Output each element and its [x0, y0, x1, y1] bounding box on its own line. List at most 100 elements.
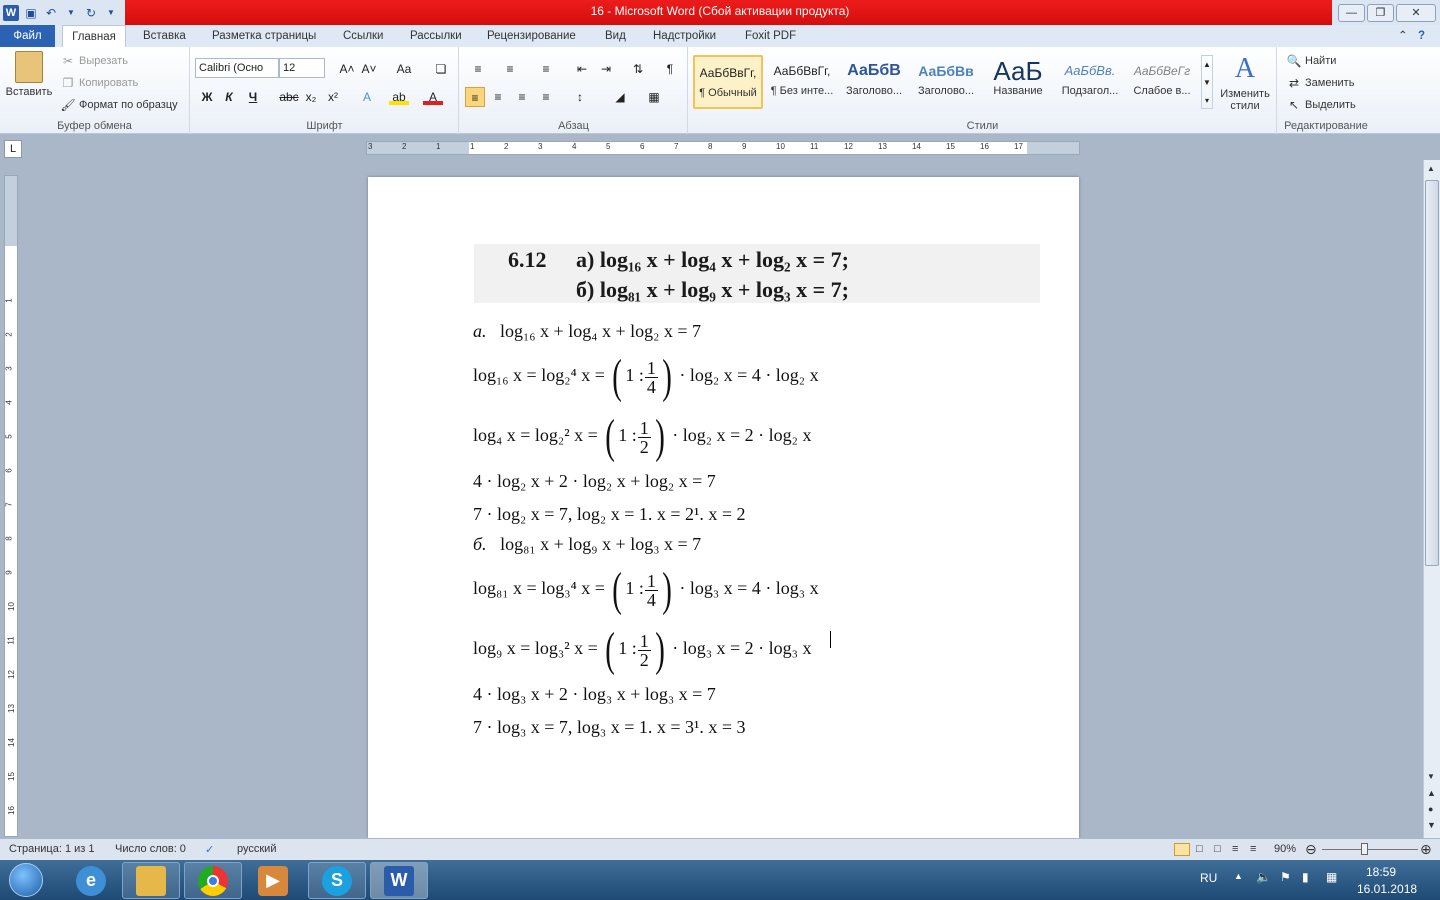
borders-icon[interactable]: ▦	[644, 87, 664, 107]
subscript-icon[interactable]: x₂	[301, 87, 321, 107]
style-subtitle[interactable]: АаБбВв. Подзагол...	[1055, 55, 1125, 109]
shrink-font-icon[interactable]: A˅	[359, 59, 379, 79]
scroll-up-icon[interactable]: ▲	[1427, 164, 1435, 173]
outline-view-icon[interactable]: ≡	[1232, 843, 1238, 855]
replace-button[interactable]: ⇄ Заменить	[1286, 75, 1354, 91]
draft-view-icon[interactable]: ≡	[1250, 843, 1256, 855]
web-layout-view-icon[interactable]: □	[1214, 843, 1221, 855]
clock-date[interactable]: 16.01.2018	[1357, 882, 1417, 896]
clock-time[interactable]: 18:59	[1366, 865, 1396, 879]
styles-scroll-icon[interactable]: ▲ ▼ ▾	[1201, 55, 1213, 109]
document-page[interactable]: 6.12 а) log₁₆ x + log₄ x + log₂ x = 7; б…	[368, 177, 1079, 838]
tray-expand-icon[interactable]: ▲	[1234, 871, 1243, 881]
shading-icon[interactable]: ◢	[610, 87, 630, 107]
maximize-button[interactable]: ❐	[1367, 3, 1394, 22]
speaker-icon[interactable]: 🔈	[1256, 870, 1271, 884]
grow-font-icon[interactable]: A˄	[337, 59, 357, 79]
font-color-icon[interactable]: A	[423, 87, 443, 105]
taskbar-skype[interactable]: S	[308, 862, 366, 899]
start-button[interactable]	[2, 861, 50, 899]
tab-foxit-pdf[interactable]: Foxit PDF	[739, 25, 802, 47]
tab-page-layout[interactable]: Разметка страницы	[206, 25, 322, 47]
font-size-combo[interactable]: 12	[279, 58, 325, 78]
align-center-icon[interactable]: ≡	[488, 87, 508, 107]
increase-indent-icon[interactable]: ⇥	[596, 59, 616, 79]
style-normal[interactable]: АаБбВвГг, ¶ Обычный	[693, 55, 763, 109]
zoom-slider-thumb[interactable]	[1361, 843, 1368, 855]
tab-review[interactable]: Рецензирование	[481, 25, 582, 47]
tab-mailings[interactable]: Рассылки	[404, 25, 468, 47]
copy-button[interactable]: ❐ Копировать	[60, 75, 139, 91]
paste-button[interactable]: Вставить	[4, 51, 54, 98]
tab-references[interactable]: Ссылки	[337, 25, 390, 47]
align-right-icon[interactable]: ≡	[512, 87, 532, 107]
flag-icon[interactable]: ⚑	[1280, 870, 1291, 884]
change-styles-button[interactable]: A Изменить стили	[1217, 53, 1273, 112]
cut-button[interactable]: ✂ Вырезать	[60, 53, 128, 69]
zoom-level[interactable]: 90%	[1274, 843, 1296, 855]
tab-view[interactable]: Вид	[599, 25, 632, 47]
tab-file[interactable]: Файл	[0, 25, 55, 47]
change-case-icon[interactable]: Aa	[391, 59, 417, 79]
zoom-in-icon[interactable]: ⊕	[1420, 841, 1432, 858]
vertical-scrollbar[interactable]: ▲ ▼ ▲ ● ▼	[1423, 160, 1440, 838]
taskbar-chrome[interactable]	[184, 862, 242, 899]
text-effects-icon[interactable]: A	[357, 87, 377, 107]
style-heading2[interactable]: АаБбВв Заголово...	[911, 55, 981, 109]
numbering-icon[interactable]: ≡	[500, 59, 520, 79]
zoom-slider[interactable]	[1322, 849, 1418, 850]
language-indicator[interactable]: RU	[1200, 871, 1217, 885]
power-icon[interactable]: ▮	[1302, 870, 1309, 884]
taskbar-word[interactable]: W	[370, 862, 428, 899]
minimize-ribbon-icon[interactable]: ⌃	[1398, 25, 1408, 47]
scrollbar-thumb[interactable]	[1425, 180, 1439, 566]
style-title[interactable]: АаБ Название	[983, 55, 1053, 109]
taskbar-media[interactable]: ▶	[244, 862, 302, 899]
help-icon[interactable]: ?	[1418, 25, 1425, 47]
close-button[interactable]: ✕	[1396, 3, 1436, 22]
tab-selector-button[interactable]: L	[4, 140, 22, 158]
underline-button[interactable]: Ч	[243, 87, 263, 107]
vertical-ruler[interactable]: 1234567891011121314151617	[4, 175, 18, 849]
tab-insert[interactable]: Вставка	[137, 25, 192, 47]
tab-addins[interactable]: Надстройки	[647, 25, 722, 47]
strikethrough-icon[interactable]: abc	[279, 87, 299, 107]
next-page-icon[interactable]: ▼	[1427, 820, 1436, 830]
superscript-icon[interactable]: x²	[323, 87, 343, 107]
decrease-indent-icon[interactable]: ⇤	[572, 59, 592, 79]
taskbar-ie[interactable]: e	[62, 862, 120, 899]
print-layout-view-icon[interactable]	[1174, 843, 1190, 856]
taskbar-explorer[interactable]	[122, 862, 180, 899]
multilevel-list-icon[interactable]: ≡	[536, 59, 556, 79]
proofing-icon[interactable]: ✓	[205, 843, 214, 856]
show-marks-icon[interactable]: ¶	[660, 59, 680, 79]
style-no-spacing[interactable]: АаБбВвГг, ¶ Без инте...	[767, 55, 837, 109]
justify-icon[interactable]: ≡	[536, 87, 556, 107]
word-count[interactable]: Число слов: 0	[115, 843, 186, 855]
highlight-icon[interactable]: ab	[389, 87, 409, 105]
style-subtle-emphasis[interactable]: АаБбВеГг Слабое в...	[1127, 55, 1197, 109]
browse-object-icon[interactable]: ●	[1428, 804, 1433, 814]
bold-button[interactable]: Ж	[197, 87, 217, 107]
language-status[interactable]: русский	[237, 843, 276, 855]
zoom-out-icon[interactable]: ⊖	[1305, 841, 1317, 858]
clear-formatting-icon[interactable]: ❏	[431, 59, 451, 79]
scroll-down-icon[interactable]: ▼	[1427, 772, 1435, 781]
tab-home[interactable]: Главная	[62, 25, 126, 48]
bullets-icon[interactable]: ≡	[468, 59, 488, 79]
find-button[interactable]: 🔍 Найти	[1286, 53, 1337, 69]
network-icon[interactable]: ▦	[1326, 870, 1337, 884]
horizontal-ruler[interactable]: 3 2 1 1 2 3 4 5 6 7 8 9 10 11 12 13 14 15 16 17	[366, 141, 1080, 155]
align-left-icon[interactable]: ≡	[465, 87, 485, 107]
italic-button[interactable]: К	[219, 87, 239, 107]
font-name-combo[interactable]: Calibri (Осно	[195, 58, 279, 78]
full-screen-view-icon[interactable]: □	[1196, 843, 1203, 855]
style-heading1[interactable]: АаБбВ Заголово...	[839, 55, 909, 109]
select-button[interactable]: ↖ Выделить	[1286, 97, 1356, 113]
sort-icon[interactable]: ⇅	[628, 59, 648, 79]
prev-page-icon[interactable]: ▲	[1427, 788, 1436, 798]
line-spacing-icon[interactable]: ↕	[570, 87, 590, 107]
minimize-button[interactable]: —	[1338, 3, 1365, 22]
page-count[interactable]: Страница: 1 из 1	[9, 843, 95, 855]
format-painter-button[interactable]: 🖌 Формат по образцу	[60, 97, 177, 113]
